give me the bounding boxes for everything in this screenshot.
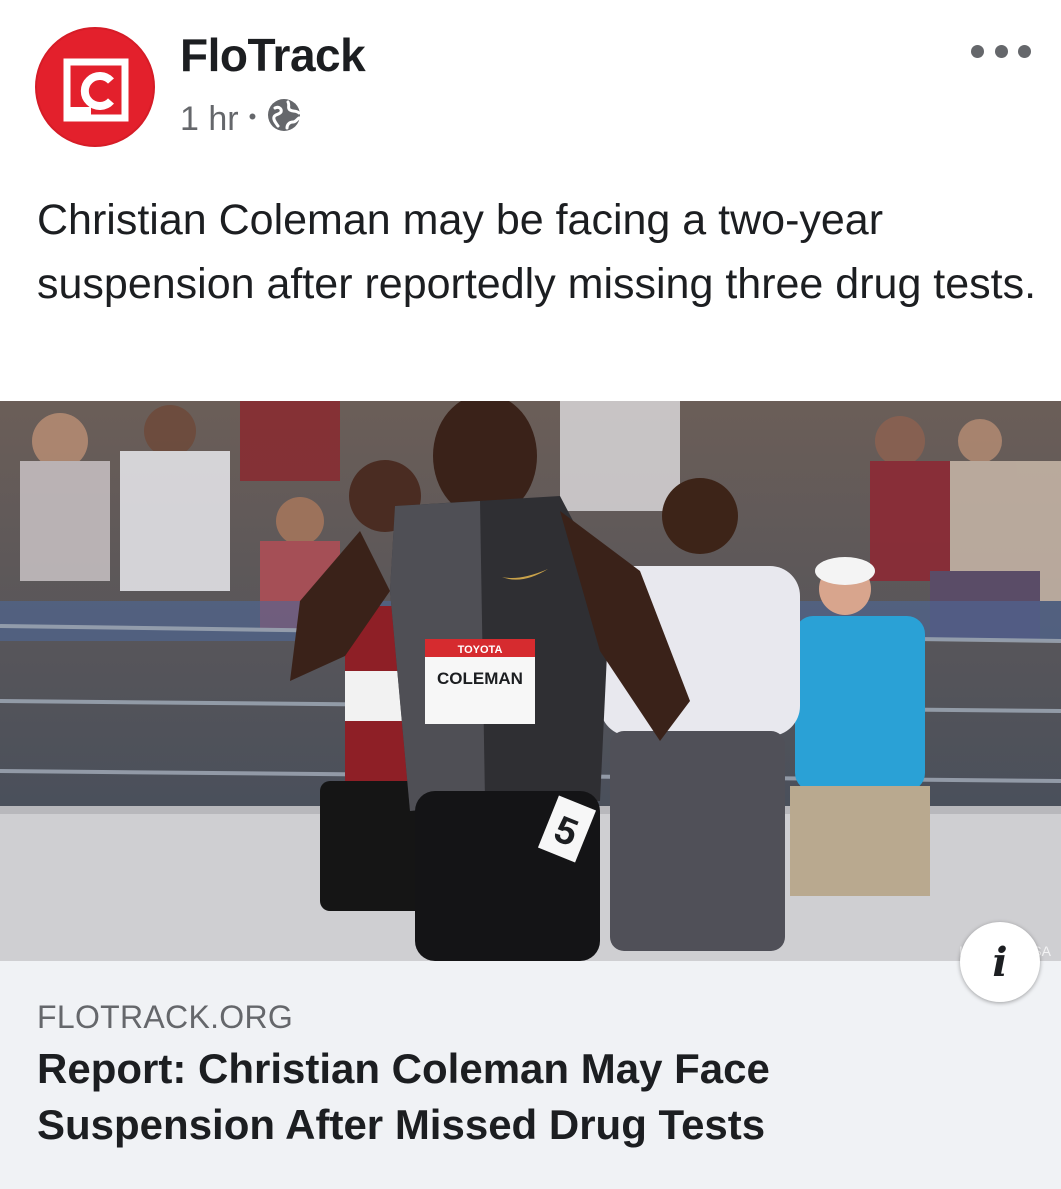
info-icon: i [992, 938, 1008, 986]
sprinter-photo: TOYOTA COLEMAN 5 [0, 401, 1061, 961]
bib-sponsor: TOYOTA [458, 644, 503, 656]
link-title[interactable]: Report: Christian Coleman May Face Suspe… [37, 1041, 997, 1153]
link-preview-card[interactable]: FLOTRACK.ORG Report: Christian Coleman M… [0, 961, 1061, 1189]
post-text: Christian Coleman may be facing a two-ye… [37, 196, 1037, 308]
post-meta: 1 hr • [180, 96, 302, 142]
timestamp[interactable]: 1 hr [180, 100, 239, 139]
bib-name: COLEMAN [437, 669, 523, 688]
page-name[interactable]: FloTrack [180, 28, 366, 82]
flotrack-avatar[interactable] [35, 27, 155, 147]
more-horizontal-icon [1018, 44, 1031, 58]
flotrack-logo-icon [63, 58, 129, 122]
meta-separator: • [248, 104, 257, 129]
more-options-button[interactable] [971, 34, 1031, 68]
facebook-post: FloTrack 1 hr • Christian Coleman may be… [0, 0, 1061, 1189]
info-button[interactable]: i [960, 922, 1040, 1002]
more-horizontal-icon [971, 44, 984, 58]
article-photo[interactable]: TOYOTA COLEMAN 5 Kirby Lee/USA [0, 401, 1061, 961]
globe-icon[interactable] [266, 97, 302, 142]
more-horizontal-icon [994, 44, 1008, 58]
link-domain: FLOTRACK.ORG [37, 999, 294, 1035]
